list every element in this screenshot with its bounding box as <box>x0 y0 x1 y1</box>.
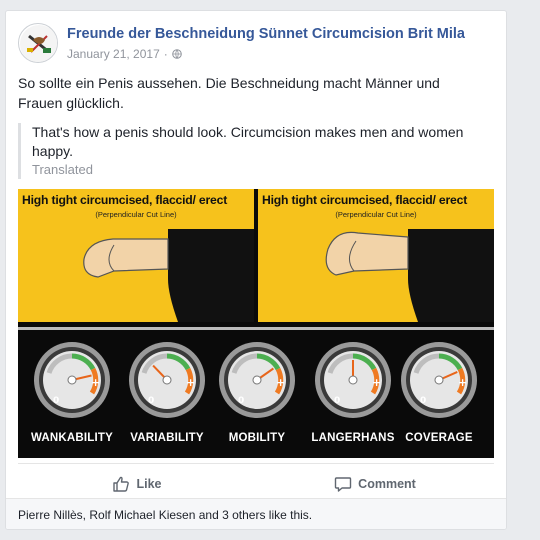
post-image[interactable]: High tight circumcised, flaccid/ erect (… <box>18 189 494 458</box>
avatar-logo-icon <box>20 25 57 62</box>
illustration-left <box>83 229 254 322</box>
translation-text: That's how a penis should look. Circumci… <box>32 124 464 159</box>
gauge-zero-mark: 0 <box>238 396 244 406</box>
comment-icon <box>334 476 352 492</box>
gauge-coverage: +0 <box>401 342 477 418</box>
gauge-row: +0 +0 +0 +0 +0 <box>18 341 494 421</box>
page-avatar[interactable] <box>18 23 58 63</box>
post-header: Freunde der Beschneidung Sünnet Circumci… <box>18 23 494 67</box>
meta-separator: · <box>163 47 168 61</box>
action-bar: Like Comment <box>18 463 494 503</box>
thumbs-up-icon <box>113 476 130 492</box>
translation-block: That's how a penis should look. Circumci… <box>18 123 488 179</box>
gauge-zero-mark: 0 <box>148 396 154 406</box>
illustration-right <box>325 229 494 322</box>
image-panel-left: High tight circumcised, flaccid/ erect (… <box>18 189 254 322</box>
post-text: So sollte ein Penis aussehen. Die Beschn… <box>18 75 440 111</box>
gauge-hub <box>67 375 77 385</box>
likes-text[interactable]: Pierre Nillès, Rolf Michael Kiesen and 3… <box>18 508 312 522</box>
image-panel-right: High tight circumcised, flaccid/ erect (… <box>258 189 494 322</box>
post-card: Freunde der Beschneidung Sünnet Circumci… <box>5 10 507 530</box>
page-name-link[interactable]: Freunde der Beschneidung Sünnet Circumci… <box>67 26 465 42</box>
comment-label: Comment <box>358 476 416 491</box>
gauge-plus-mark: + <box>91 376 100 389</box>
gauge-hub <box>252 375 262 385</box>
gauge-mobility: +0 <box>219 342 295 418</box>
gauge-hub <box>348 375 358 385</box>
gauge-hub <box>434 375 444 385</box>
post-date[interactable]: January 21, 2017 <box>67 47 160 61</box>
image-divider <box>18 327 494 330</box>
gauge-hub <box>162 375 172 385</box>
globe-icon <box>171 49 182 59</box>
likes-summary: Pierre Nillès, Rolf Michael Kiesen and 3… <box>6 498 506 529</box>
gauge-zero-mark: 0 <box>53 396 59 406</box>
post-meta: January 21, 2017 · <box>67 47 182 61</box>
gauge-variability: +0 <box>129 342 205 418</box>
gauge-label-mobility: MOBILITY <box>228 432 286 444</box>
gauge-langerhans: +0 <box>315 342 391 418</box>
translated-label[interactable]: Translated <box>32 162 488 177</box>
gauge-wankability: +0 <box>34 342 110 418</box>
gauge-label-coverage: COVERAGE <box>405 432 473 444</box>
gauge-zero-mark: 0 <box>334 396 340 406</box>
like-label: Like <box>136 476 162 491</box>
gauge-plus-mark: + <box>458 376 467 389</box>
gauge-label-variability: VARIABILITY <box>130 432 204 444</box>
gauge-label-langerhans: LANGERHANS <box>311 432 395 444</box>
gauge-plus-mark: + <box>186 376 195 389</box>
gauge-plus-mark: + <box>372 376 381 389</box>
gauge-label-wankability: WANKABILITY <box>30 432 114 444</box>
gauge-zero-mark: 0 <box>420 396 426 406</box>
gauge-plus-mark: + <box>276 376 285 389</box>
